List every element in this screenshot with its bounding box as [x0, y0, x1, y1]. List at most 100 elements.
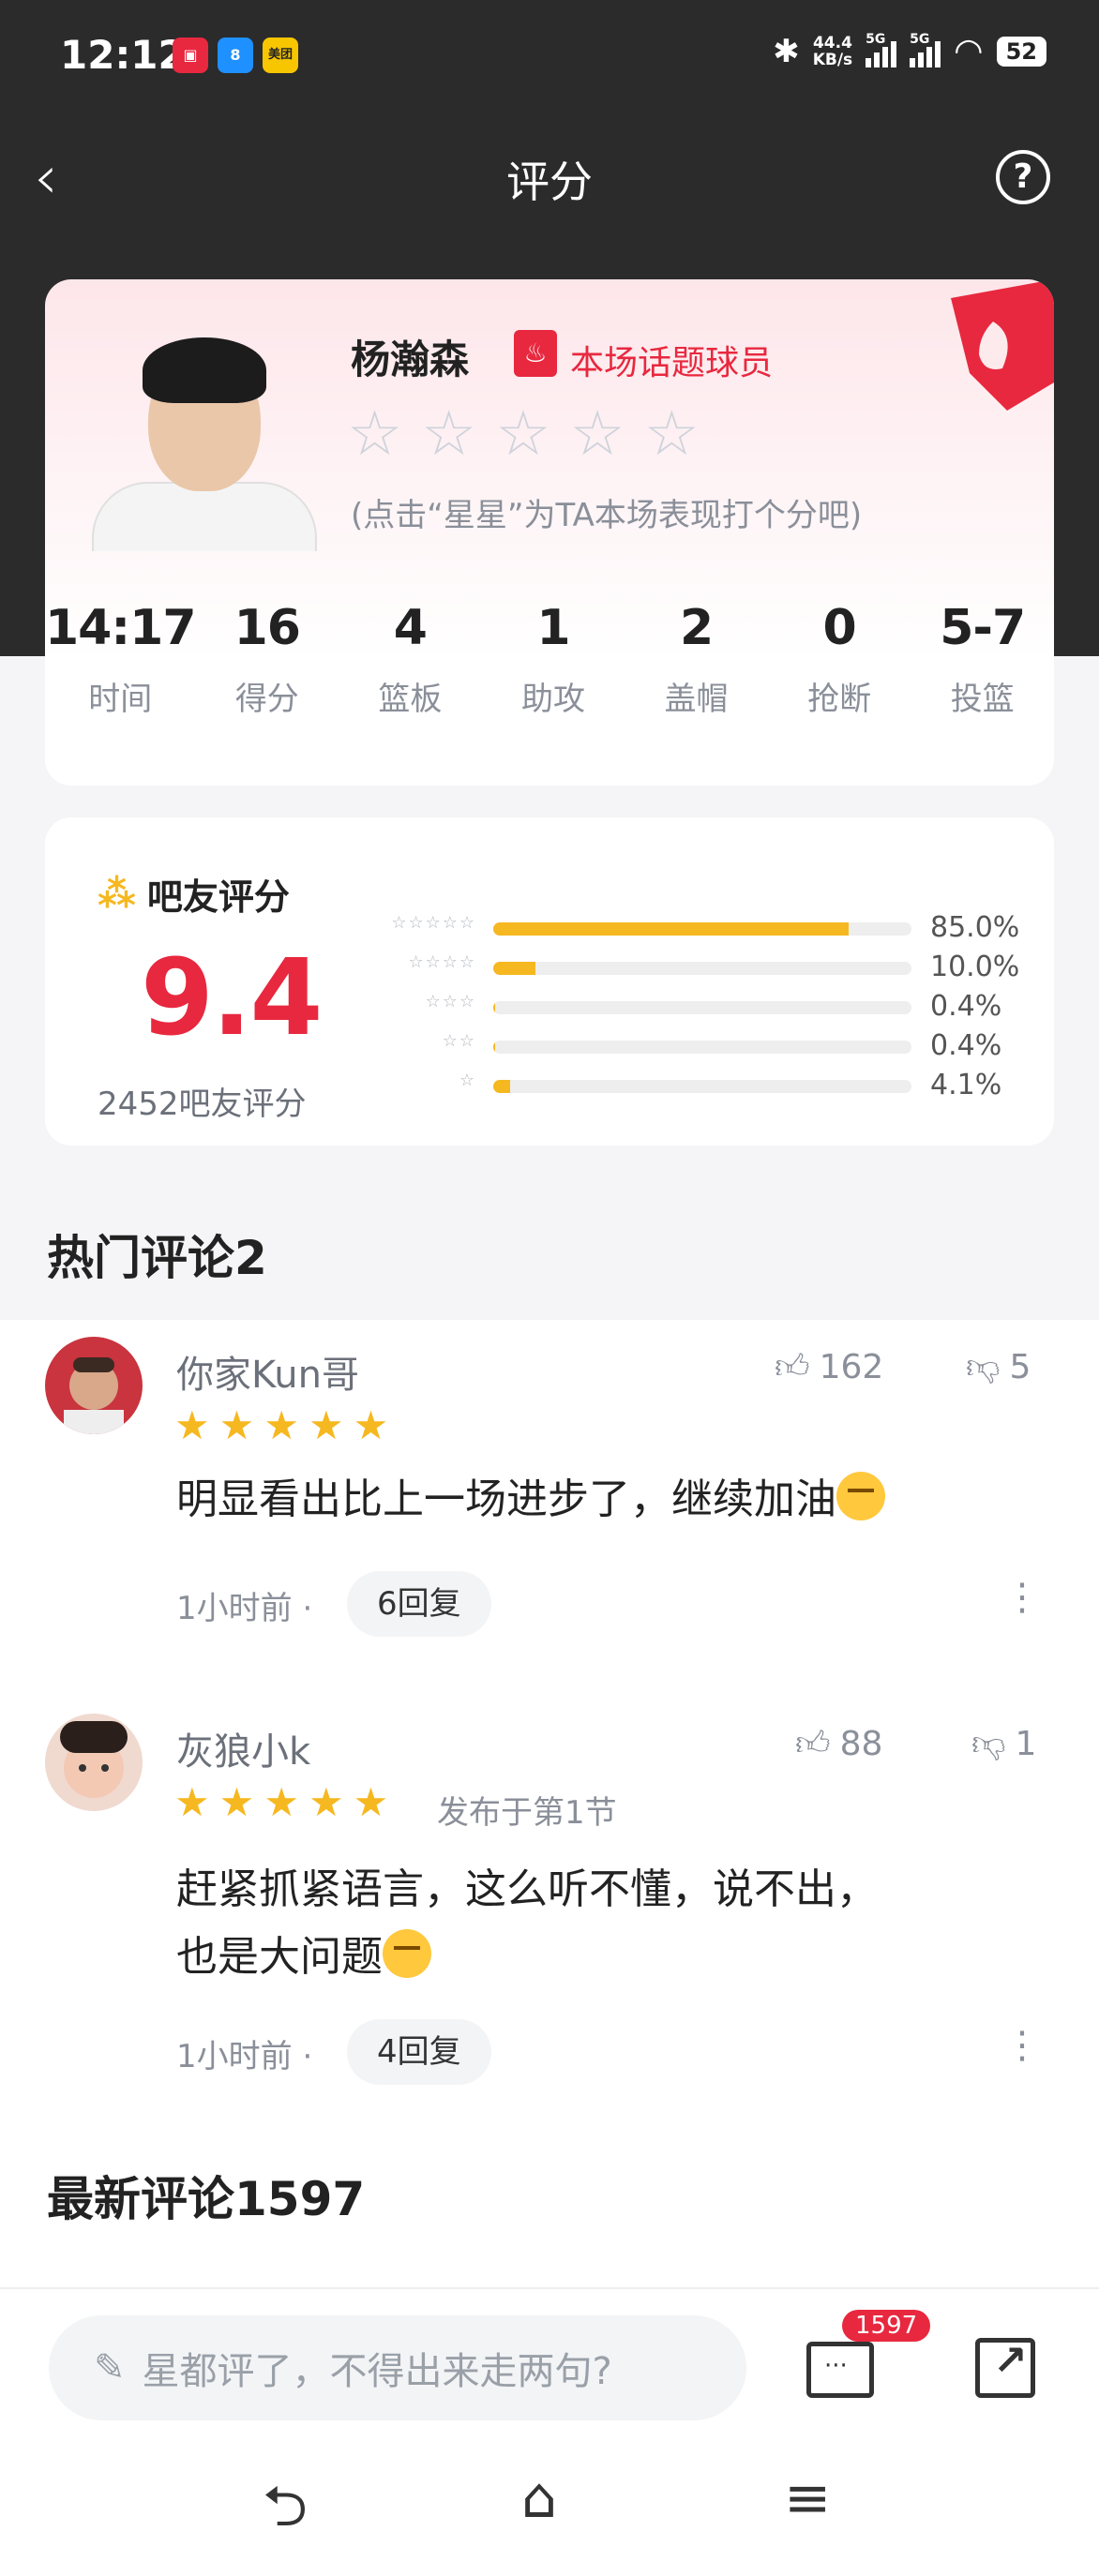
reply-count-button[interactable]: 4回复 — [347, 2019, 491, 2085]
thumbs-down-icon: 👎︎ — [971, 1725, 1006, 1763]
thumbs-up-icon: 👍︎ — [795, 1725, 831, 1763]
stat-value: 4 — [393, 600, 428, 656]
thinking-emoji-icon — [836, 1472, 885, 1520]
rate-star-3[interactable]: ☆ — [495, 401, 550, 467]
rating-score: 9.4 — [141, 937, 323, 1059]
stat-assists: 1 助攻 — [482, 600, 625, 719]
rating-percent: 85.0% — [930, 911, 1020, 944]
rate-star-2[interactable]: ☆ — [421, 401, 476, 467]
stat-value: 1 — [536, 600, 570, 656]
like-count: 162 — [819, 1347, 884, 1386]
time-text: 1小时前 — [176, 2038, 293, 2075]
dislike-button[interactable]: 👎︎ 5 — [966, 1346, 1031, 1387]
stat-label: 盖帽 — [664, 681, 729, 718]
stat-label: 投篮 — [950, 681, 1015, 718]
avatar[interactable] — [45, 1714, 143, 1811]
comment-time: 1小时前 · — [176, 2038, 313, 2075]
signal-label-2: 5G — [910, 31, 930, 47]
dislike-count: 5 — [1009, 1347, 1031, 1386]
rating-bar-fill — [493, 922, 850, 936]
hot-corner-icon — [951, 279, 1054, 411]
system-back-icon[interactable]: ⮌ — [263, 2465, 308, 2561]
comment-text: 赶紧抓紧语言，这么听不懂，说不出， 也是大问题 — [176, 1856, 1020, 1991]
rating-row-1: ☆ 4.1% — [354, 1069, 1030, 1108]
rate-star-1[interactable]: ☆ — [347, 401, 402, 467]
network-speed-unit: KB/s — [812, 50, 853, 69]
comment-count-badge: 1597 — [842, 2310, 931, 2342]
stat-rebounds: 4 篮板 — [339, 600, 482, 719]
system-menu-icon[interactable]: ≡ — [784, 2465, 831, 2531]
rating-bar-fill — [493, 1080, 511, 1093]
comment-item: 你家Kun哥 ★ ★ ★ ★ ★ 👍︎ 162 👎︎ 5 明显看出比上一场进步了，继续加油 … — [0, 1337, 1099, 1646]
fire-badge-icon: ♨ — [514, 330, 557, 377]
comment-text-line: 也是大问题 — [176, 1933, 383, 1981]
rating-percent: 0.4% — [930, 1029, 1002, 1062]
like-button[interactable]: 👍︎ 162 — [775, 1346, 883, 1387]
player-photo — [92, 332, 317, 551]
comment-time: 1小时前 · — [176, 1590, 313, 1627]
rating-percent: 0.4% — [930, 990, 1002, 1023]
like-count: 88 — [839, 1724, 883, 1763]
comment-input-placeholder: 星都评了，不得出来走两句? — [142, 2350, 612, 2393]
rating-bar-fill — [493, 1001, 495, 1014]
comment-stars: ★ ★ ★ ★ ★ — [174, 1402, 389, 1448]
player-name: 杨瀚森 — [351, 337, 470, 382]
share-icon[interactable] — [975, 2337, 1035, 2398]
network-speed-value: 44.4 — [812, 33, 852, 52]
avatar[interactable] — [45, 1337, 143, 1434]
player-card: 杨瀚森 ♨ 本场话题球员 ☆ ☆ ☆ ☆ ☆ (点击“星星”为TA本场表现打个分… — [45, 279, 1054, 786]
comment-input-bar: ✎ 星都评了，不得出来走两句? 1597 — [0, 2287, 1099, 2428]
stat-time: 14:17 时间 — [45, 600, 197, 719]
stat-points: 16 得分 — [196, 600, 339, 719]
comment-text-line: 赶紧抓紧语言，这么听不懂，说不出， — [176, 1865, 878, 1913]
hot-comments-title: 热门评论2 — [47, 1231, 267, 1285]
rate-star-4[interactable]: ☆ — [570, 401, 625, 467]
stars-icon: ⁂ — [98, 872, 136, 916]
comment-item: 灰狼小k ★ ★ ★ ★ ★ 发布于第1节 👍︎ 88 👎︎ 1 赶紧抓紧语言，这么听不懂，… — [0, 1714, 1099, 2107]
comment-stars: ★ ★ ★ ★ ★ — [174, 1779, 389, 1825]
stat-label: 时间 — [88, 681, 153, 718]
battery-level: 52 — [996, 36, 1046, 67]
dislike-button[interactable]: 👎︎ 1 — [971, 1723, 1036, 1764]
status-bar: 12:12 ▣ 8 美团 ✱ 44.4 KB/s 5G 5G ◠ 52 — [0, 0, 1099, 112]
comment-username[interactable]: 你家Kun哥 — [176, 1344, 359, 1399]
player-stats: 14:17 时间 16 得分 4 篮板 1 助攻 2 盖帽 0 抢断 5-7 投篮 — [45, 600, 1054, 719]
signal-icon-2: 5G — [910, 32, 941, 67]
app-notification-icon: ▣ — [173, 37, 208, 73]
rating-row-4: ☆☆☆☆ 10.0% — [354, 951, 1030, 990]
system-nav-bar: ⮌ ⌂ ≡ — [0, 2428, 1099, 2576]
thinking-emoji-icon — [383, 1929, 431, 1978]
stat-label: 得分 — [234, 681, 299, 718]
help-icon[interactable]: ? — [996, 150, 1050, 204]
comment-username[interactable]: 灰狼小k — [176, 1721, 310, 1775]
comment-input[interactable]: ✎ 星都评了，不得出来走两句? — [49, 2315, 746, 2420]
rate-star-5[interactable]: ☆ — [644, 401, 700, 467]
bluetooth-icon: ✱ — [773, 32, 800, 70]
reply-count-button[interactable]: 6回复 — [347, 1571, 491, 1637]
signal-label: 5G — [866, 31, 886, 47]
pencil-icon: ✎ — [94, 2346, 126, 2389]
more-options-icon[interactable]: ⋮ — [1003, 1579, 1041, 1616]
like-button[interactable]: 👍︎ 88 — [795, 1723, 882, 1764]
comments-icon[interactable] — [806, 2342, 874, 2398]
more-options-icon[interactable]: ⋮ — [1003, 2027, 1041, 2064]
stat-label: 抢断 — [807, 681, 872, 718]
four-star-icon: ☆☆☆☆ — [408, 952, 476, 972]
latest-comments-title: 最新评论1597 — [47, 2172, 366, 2226]
rating-row-3: ☆☆☆ 0.4% — [354, 990, 1030, 1029]
thumbs-up-icon: 👍︎ — [775, 1348, 810, 1386]
rating-bar-fill — [493, 1041, 495, 1054]
two-star-icon: ☆☆ — [442, 1031, 476, 1051]
stat-shooting: 5-7 投篮 — [911, 600, 1054, 719]
status-time: 12:12 — [60, 32, 186, 78]
nav-bar: ‹ 评分 ? — [0, 131, 1099, 225]
stat-blocks: 2 盖帽 — [625, 600, 768, 719]
meituan-icon: 美团 — [263, 37, 298, 73]
one-star-icon: ☆ — [459, 1071, 476, 1090]
five-star-icon: ☆☆☆☆☆ — [391, 913, 476, 933]
app-8-icon: 8 — [218, 37, 253, 73]
signal-icon: 5G — [866, 32, 897, 67]
system-home-icon[interactable]: ⌂ — [521, 2465, 557, 2531]
rate-stars: ☆ ☆ ☆ ☆ ☆ — [347, 401, 700, 467]
rating-percent: 4.1% — [930, 1069, 1002, 1101]
